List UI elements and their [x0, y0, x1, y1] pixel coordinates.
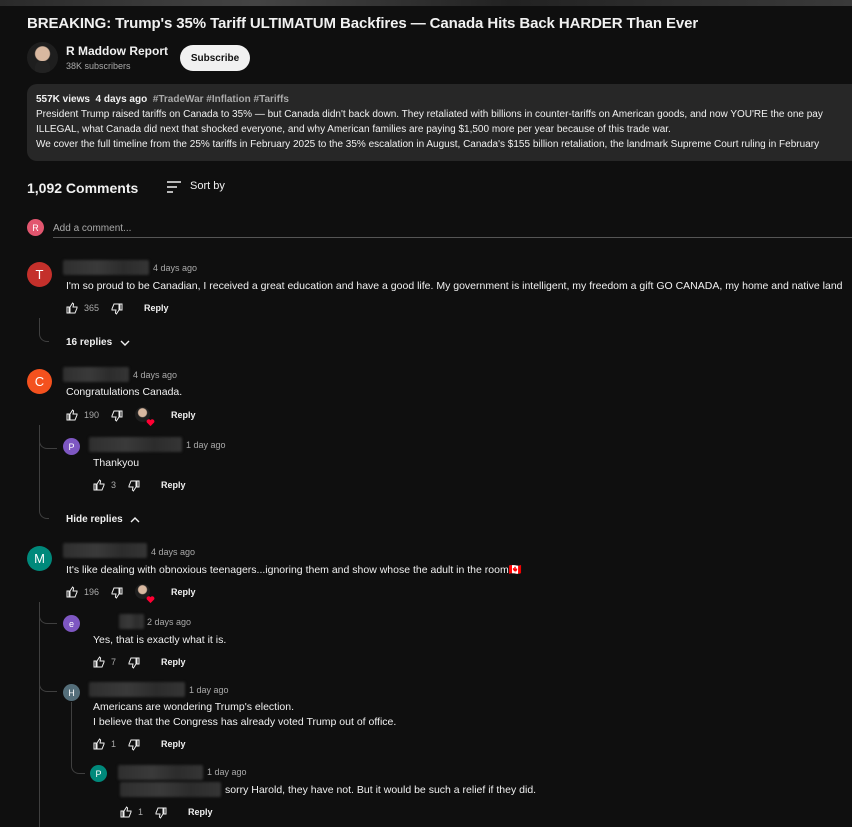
nested-thread-line — [71, 702, 72, 762]
reply-button[interactable]: Reply — [171, 410, 196, 420]
comment-time: 4 days ago — [133, 370, 178, 380]
replier-name-redacted — [119, 614, 144, 629]
creator-heart-icon — [135, 584, 155, 604]
user-avatar: R — [27, 219, 44, 236]
thumbs-up-icon[interactable] — [66, 302, 78, 314]
view-replies-button[interactable]: 16 replies — [66, 337, 112, 348]
thumbs-down-icon[interactable] — [128, 657, 140, 669]
view-count: 557K views — [36, 94, 90, 105]
creator-heart-icon — [135, 407, 155, 427]
reply-text: Thankyou — [93, 457, 140, 469]
thread-connector — [71, 762, 85, 774]
comments-count: 1,092 Comments — [27, 180, 139, 196]
reply-avatar[interactable]: P — [90, 765, 107, 782]
replier-name-redacted — [89, 682, 185, 697]
reply-avatar[interactable]: P — [63, 438, 80, 455]
reply-button[interactable]: Reply — [171, 587, 196, 597]
reply-text: Yes, that is exactly what it is. — [93, 634, 227, 646]
chevron-up-icon[interactable] — [129, 514, 141, 526]
reply-button[interactable]: Reply — [188, 807, 213, 817]
thumbs-down-icon[interactable] — [155, 807, 167, 819]
like-count: 1 — [111, 739, 117, 749]
reply-avatar[interactable]: e — [63, 615, 80, 632]
description-box[interactable]: 557K views 4 days ago #TradeWar #Inflati… — [27, 84, 852, 161]
reply-button[interactable]: Reply — [144, 303, 169, 313]
description-line: ILLEGAL, what Canada did next that shock… — [36, 124, 671, 135]
heart-icon — [146, 419, 155, 427]
reply-text: I believe that the Congress has already … — [93, 716, 397, 728]
commenter-name-redacted — [63, 260, 149, 275]
comment-text: Congratulations Canada. — [66, 386, 183, 398]
commenter-avatar[interactable]: M — [27, 546, 52, 571]
reply-text: Americans are wondering Trump's election… — [93, 701, 295, 713]
replier-name-redacted — [118, 765, 203, 780]
reply-button[interactable]: Reply — [161, 480, 186, 490]
like-count: 1 — [138, 807, 144, 817]
thumbs-up-icon[interactable] — [66, 409, 78, 421]
comment-text: It's like dealing with obnoxious teenage… — [66, 564, 522, 576]
sort-by-button[interactable]: Sort by — [190, 180, 225, 192]
thread-connector — [39, 682, 57, 692]
thread-connector — [39, 318, 49, 342]
thumbs-up-icon[interactable] — [66, 586, 78, 598]
thread-connector — [39, 612, 57, 624]
description-meta: 557K views 4 days ago #TradeWar #Inflati… — [36, 93, 852, 107]
upload-age: 4 days ago — [95, 94, 148, 105]
commenter-name-redacted — [63, 543, 147, 558]
hide-replies-button[interactable]: Hide replies — [66, 514, 123, 525]
hashtags[interactable]: #TradeWar #Inflation #Tariffs — [153, 94, 289, 105]
reply-time: 1 day ago — [186, 440, 226, 450]
like-count: 190 — [84, 410, 100, 420]
thumbs-up-icon[interactable] — [93, 479, 105, 491]
commenter-avatar[interactable]: T — [27, 262, 52, 287]
sort-icon[interactable] — [166, 180, 182, 194]
thumbs-up-icon[interactable] — [120, 806, 132, 818]
subscribe-button[interactable]: Subscribe — [180, 45, 250, 71]
video-thumbnail-edge — [0, 0, 852, 6]
like-count: 3 — [111, 480, 117, 490]
description-line: President Trump raised tariffs on Canada… — [36, 109, 823, 120]
subscriber-count: 38K subscribers — [66, 61, 131, 71]
reply-button[interactable]: Reply — [161, 739, 186, 749]
comment-text: I'm so proud to be Canadian, I received … — [66, 280, 843, 292]
like-count: 196 — [84, 587, 100, 597]
commenter-avatar[interactable]: C — [27, 369, 52, 394]
channel-name[interactable]: R Maddow Report — [66, 44, 168, 58]
thumbs-down-icon[interactable] — [128, 480, 140, 492]
thread-connector — [39, 505, 49, 519]
description-line: We cover the full timeline from the 25% … — [36, 139, 820, 150]
like-count: 7 — [111, 657, 117, 667]
reply-text: sorry Harold, they have not. But it woul… — [225, 784, 537, 796]
thread-connector — [39, 437, 57, 449]
commenter-name-redacted — [63, 367, 129, 382]
chevron-down-icon[interactable] — [119, 337, 131, 349]
thumbs-up-icon[interactable] — [93, 656, 105, 668]
thumbs-down-icon[interactable] — [111, 410, 123, 422]
thumbs-up-icon[interactable] — [93, 738, 105, 750]
like-count: 365 — [84, 303, 100, 313]
heart-icon — [146, 596, 155, 604]
reply-time: 1 day ago — [207, 767, 247, 777]
mention-redacted — [120, 782, 221, 797]
thumbs-down-icon[interactable] — [111, 303, 123, 315]
channel-avatar[interactable] — [27, 42, 58, 73]
reply-avatar[interactable]: H — [63, 684, 80, 701]
reply-time: 2 days ago — [147, 617, 192, 627]
reply-button[interactable]: Reply — [161, 657, 186, 667]
thread-line — [39, 602, 40, 827]
add-comment-input[interactable] — [53, 219, 852, 238]
thumbs-down-icon[interactable] — [111, 587, 123, 599]
comment-time: 4 days ago — [153, 263, 198, 273]
video-title: BREAKING: Trump's 35% Tariff ULTIMATUM B… — [27, 15, 699, 32]
thumbs-down-icon[interactable] — [128, 739, 140, 751]
comment-time: 4 days ago — [151, 547, 196, 557]
reply-time: 1 day ago — [189, 685, 229, 695]
replier-name-redacted — [89, 437, 182, 452]
